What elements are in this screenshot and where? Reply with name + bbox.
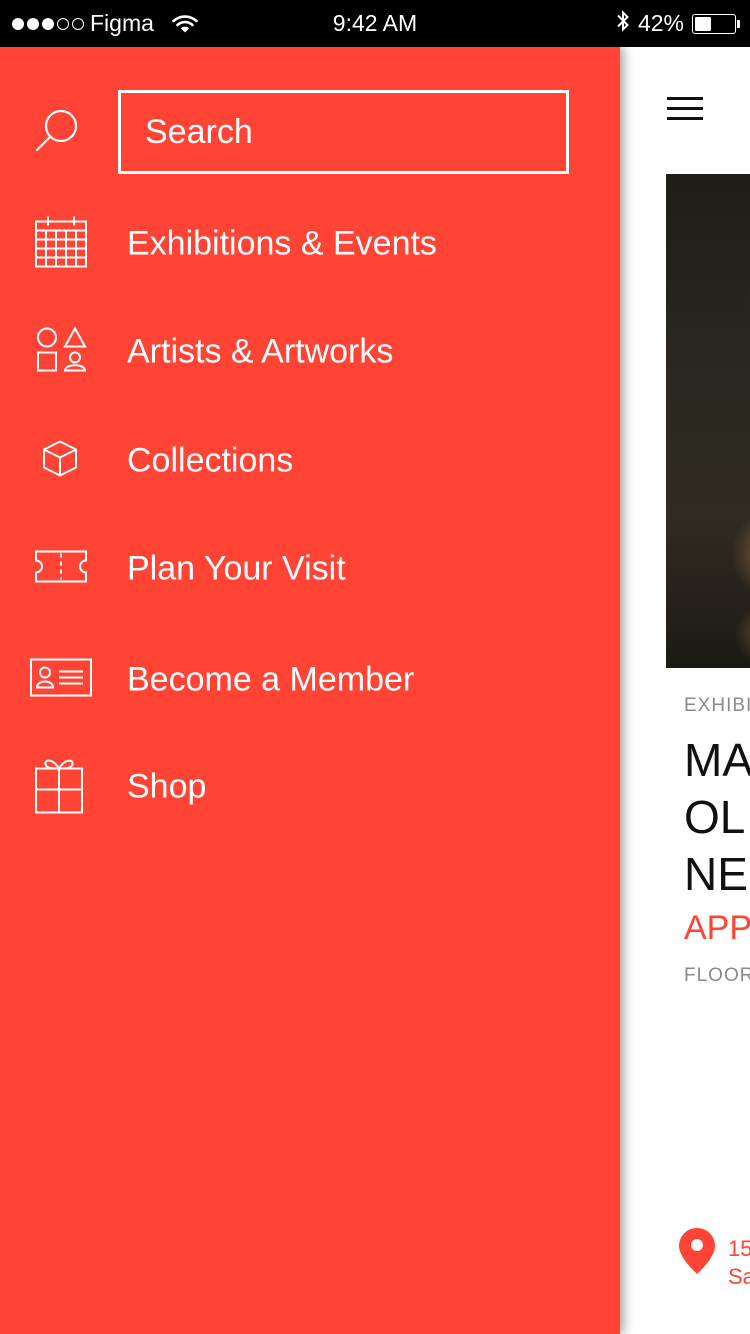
exhibition-artwork-image[interactable] [666,174,750,668]
menu-item-exhibitions[interactable]: Exhibitions & Events [0,204,620,284]
gift-icon [34,755,84,820]
signal-dot [57,17,69,30]
menu-item-collections[interactable]: Collections [0,421,620,501]
menu-item-visit[interactable]: Plan Your Visit [0,529,620,609]
signal-dot [12,17,24,30]
signal-dots-icon [12,17,84,30]
navigation-drawer: Exhibitions & Events Artists & Artworks [0,47,620,1334]
cube-icon [42,440,78,483]
shapes-icon [36,326,88,378]
battery-percent: 42% [637,10,684,36]
menu-label: Plan Your Visit [127,549,346,588]
battery-fill [695,16,711,31]
menu-label: Collections [127,441,294,480]
exhibition-title[interactable]: MA OL NE [684,732,750,903]
map-pin-icon [678,1227,716,1280]
ticket-icon [34,550,88,589]
battery-icon [692,13,740,34]
hamburger-line [667,117,703,120]
signal-dot [27,17,39,30]
exhibition-category: EXHIBI [684,695,750,716]
status-bar: Figma 9:42 AM 42% [0,0,750,47]
signal-dot [72,17,84,30]
calendar-icon [34,215,88,274]
wifi-icon [172,14,198,34]
hamburger-line [667,97,703,100]
menu-item-artists[interactable]: Artists & Artworks [0,312,620,392]
background-page: EXHIBI MA OL NE APP FLOOR 15 Sa [620,47,750,1334]
hamburger-line [667,107,703,110]
menu-label: Artists & Artworks [127,332,394,371]
menu-item-shop[interactable]: Shop [0,747,620,827]
carrier-name: Figma [90,10,154,36]
menu-label: Exhibitions & Events [127,224,437,263]
menu-label: Shop [127,767,207,806]
bluetooth-icon [616,9,630,39]
status-right: 42% [616,0,740,47]
exhibition-date: APP [684,909,750,947]
search-icon[interactable] [34,107,80,158]
battery-nub [737,19,740,28]
app-screen: Figma 9:42 AM 42% EXHIBI MA OL NE APP FL… [0,0,750,1334]
search-input[interactable] [118,90,569,174]
exhibition-floor: FLOOR [684,965,750,986]
status-left: Figma [12,0,198,47]
menu-label: Become a Member [127,660,415,699]
signal-dot [42,17,54,30]
member-card-icon [29,658,93,703]
hamburger-icon[interactable] [667,97,703,121]
menu-item-member[interactable]: Become a Member [0,640,620,720]
location-address[interactable]: 15 Sa [728,1235,750,1291]
